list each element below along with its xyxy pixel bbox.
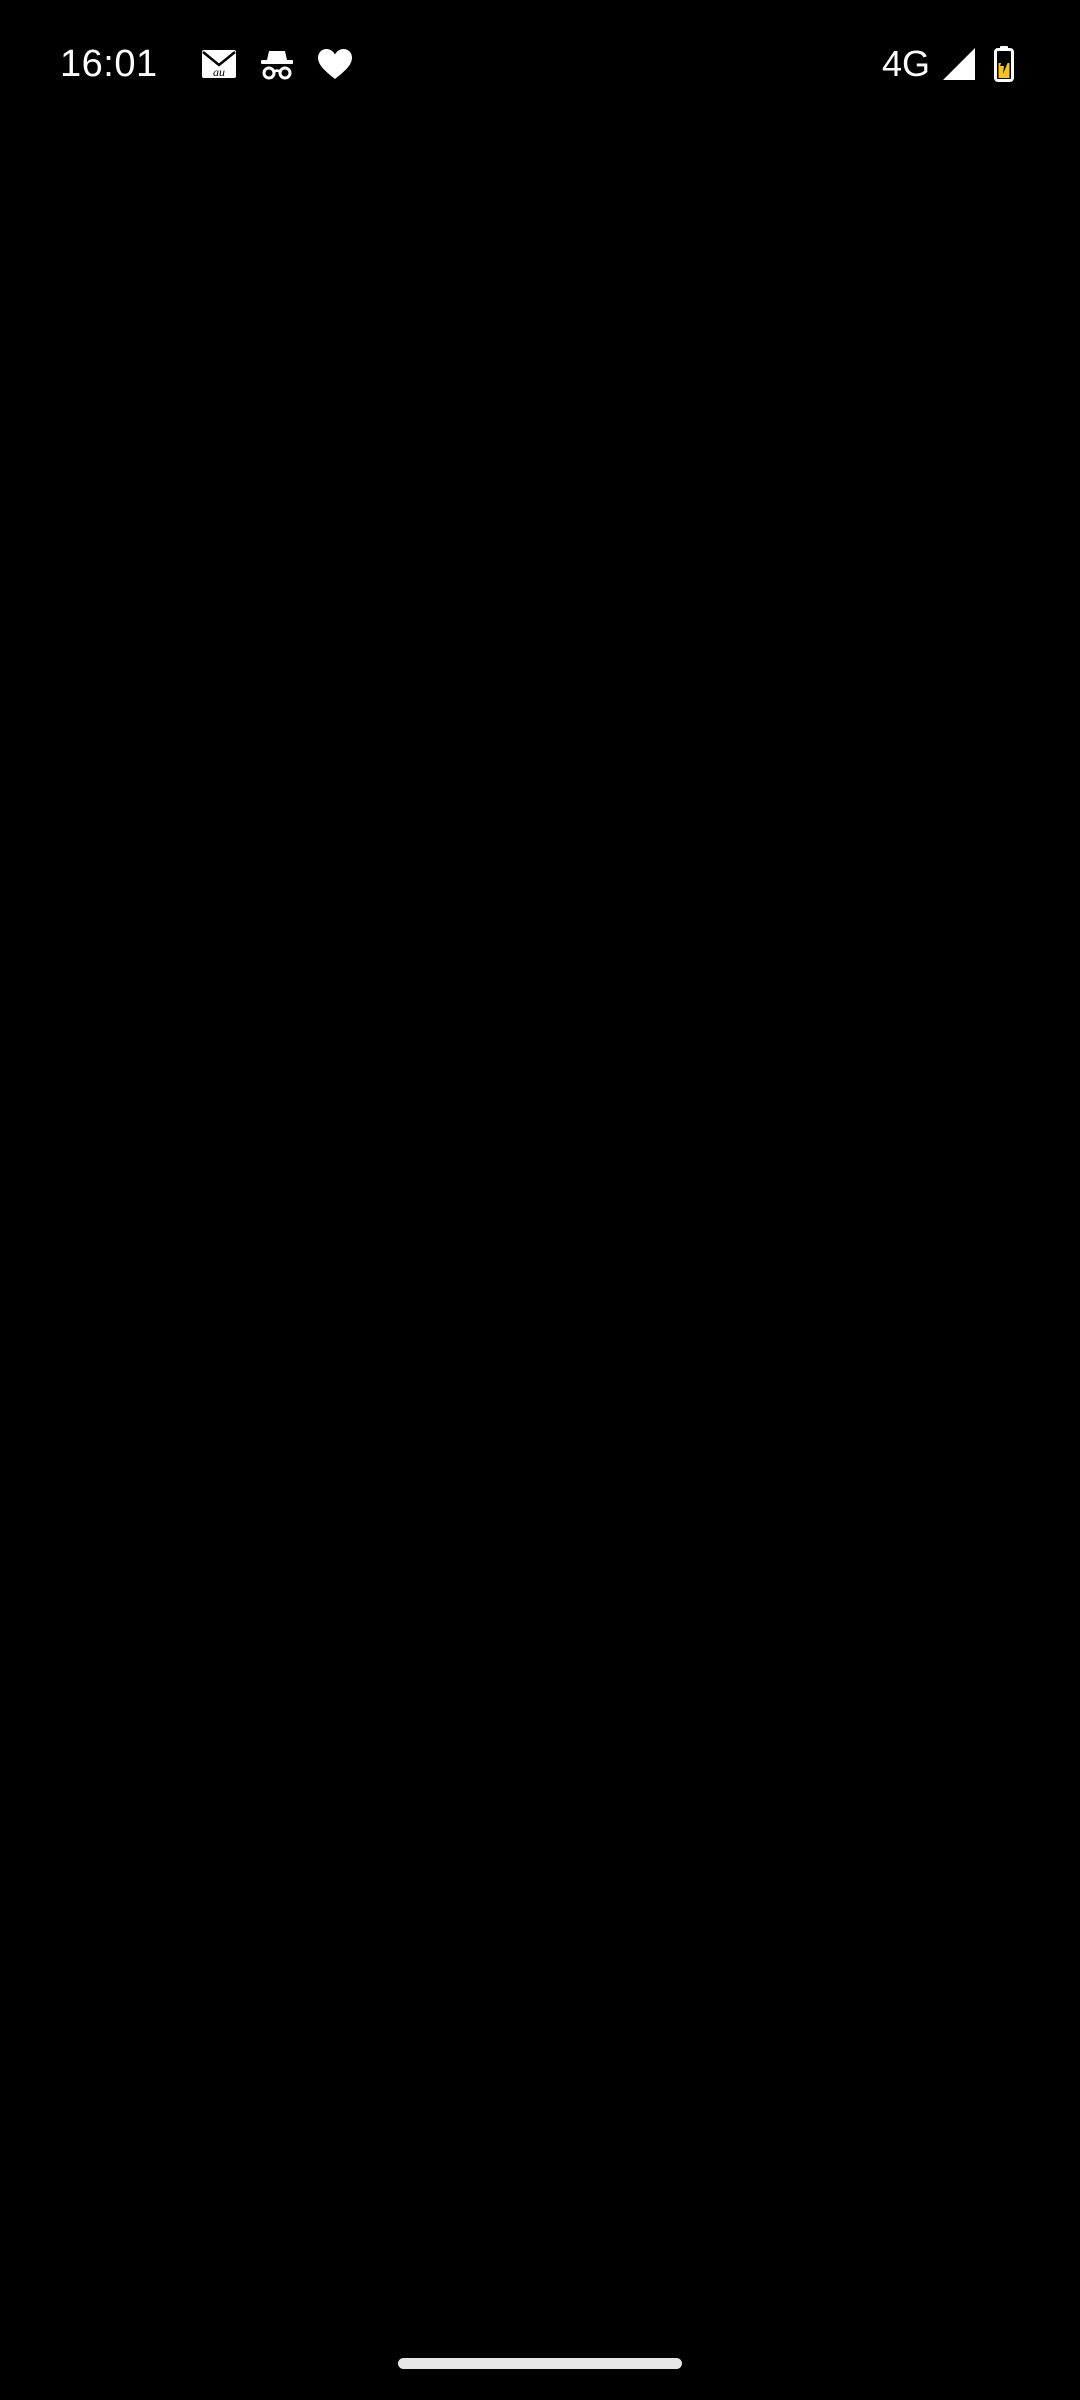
screen: 16:01 au 4G xyxy=(0,0,1080,2400)
status-clock: 16:01 xyxy=(60,42,158,85)
network-type-label: 4G xyxy=(881,43,930,84)
heart-icon xyxy=(316,45,354,83)
gesture-navigation-bar xyxy=(0,2328,1080,2400)
battery-charging-icon xyxy=(994,46,1014,82)
home-gesture-handle[interactable] xyxy=(398,2358,682,2369)
incognito-icon xyxy=(258,45,296,83)
cellular-signal-icon xyxy=(942,47,976,81)
status-bar-left: 16:01 au xyxy=(60,36,354,92)
status-bar: 16:01 au 4G xyxy=(0,0,1080,128)
svg-text:au: au xyxy=(213,65,225,79)
status-bar-right: 4G xyxy=(882,36,1014,92)
blank-app-content xyxy=(0,128,1080,2328)
au-mail-icon: au xyxy=(200,45,238,83)
